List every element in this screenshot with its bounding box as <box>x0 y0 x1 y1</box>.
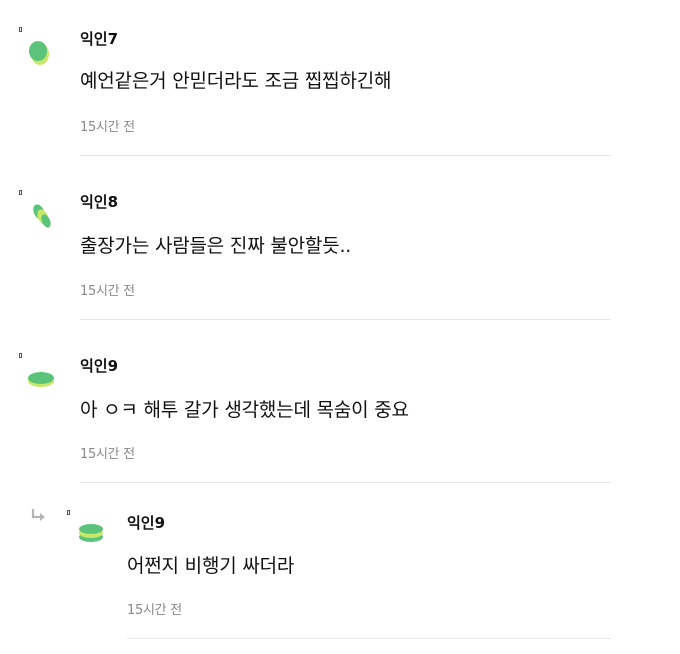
comment-marker <box>67 510 70 515</box>
comment-marker <box>19 353 22 358</box>
green-stack-icon[interactable] <box>76 520 106 548</box>
comment-text: 아 ㅇㅋ 해투 갈가 생각했는데 목숨이 중요 <box>80 399 409 421</box>
comment-divider <box>80 482 611 483</box>
comment-text: 어쩐지 비행기 싸더라 <box>127 555 295 577</box>
comment-time: 15시간 전 <box>80 120 135 135</box>
comment-text: 예언같은거 안믿더라도 조금 찝찝하긴해 <box>80 70 392 92</box>
green-disc-icon[interactable] <box>26 368 56 390</box>
comment-author: 익인9 <box>80 357 119 375</box>
comment-text: 출장가는 사람들은 진짜 불안할듯.. <box>80 235 352 257</box>
comment-time: 15시간 전 <box>80 447 135 462</box>
comment-marker <box>19 27 22 32</box>
comment-author: 익인7 <box>80 30 119 48</box>
green-blob-icon[interactable] <box>26 38 52 68</box>
reply-arrow-icon <box>31 509 45 521</box>
comment-time: 15시간 전 <box>127 603 182 618</box>
green-leaves-icon[interactable] <box>26 200 54 232</box>
comment-divider <box>80 155 611 156</box>
comment-time: 15시간 전 <box>80 284 135 299</box>
comment-marker <box>19 190 22 195</box>
comment-divider <box>80 319 611 320</box>
comment-author: 익인9 <box>127 514 166 532</box>
comment-author: 익인8 <box>80 193 119 211</box>
comment-divider <box>127 638 611 639</box>
